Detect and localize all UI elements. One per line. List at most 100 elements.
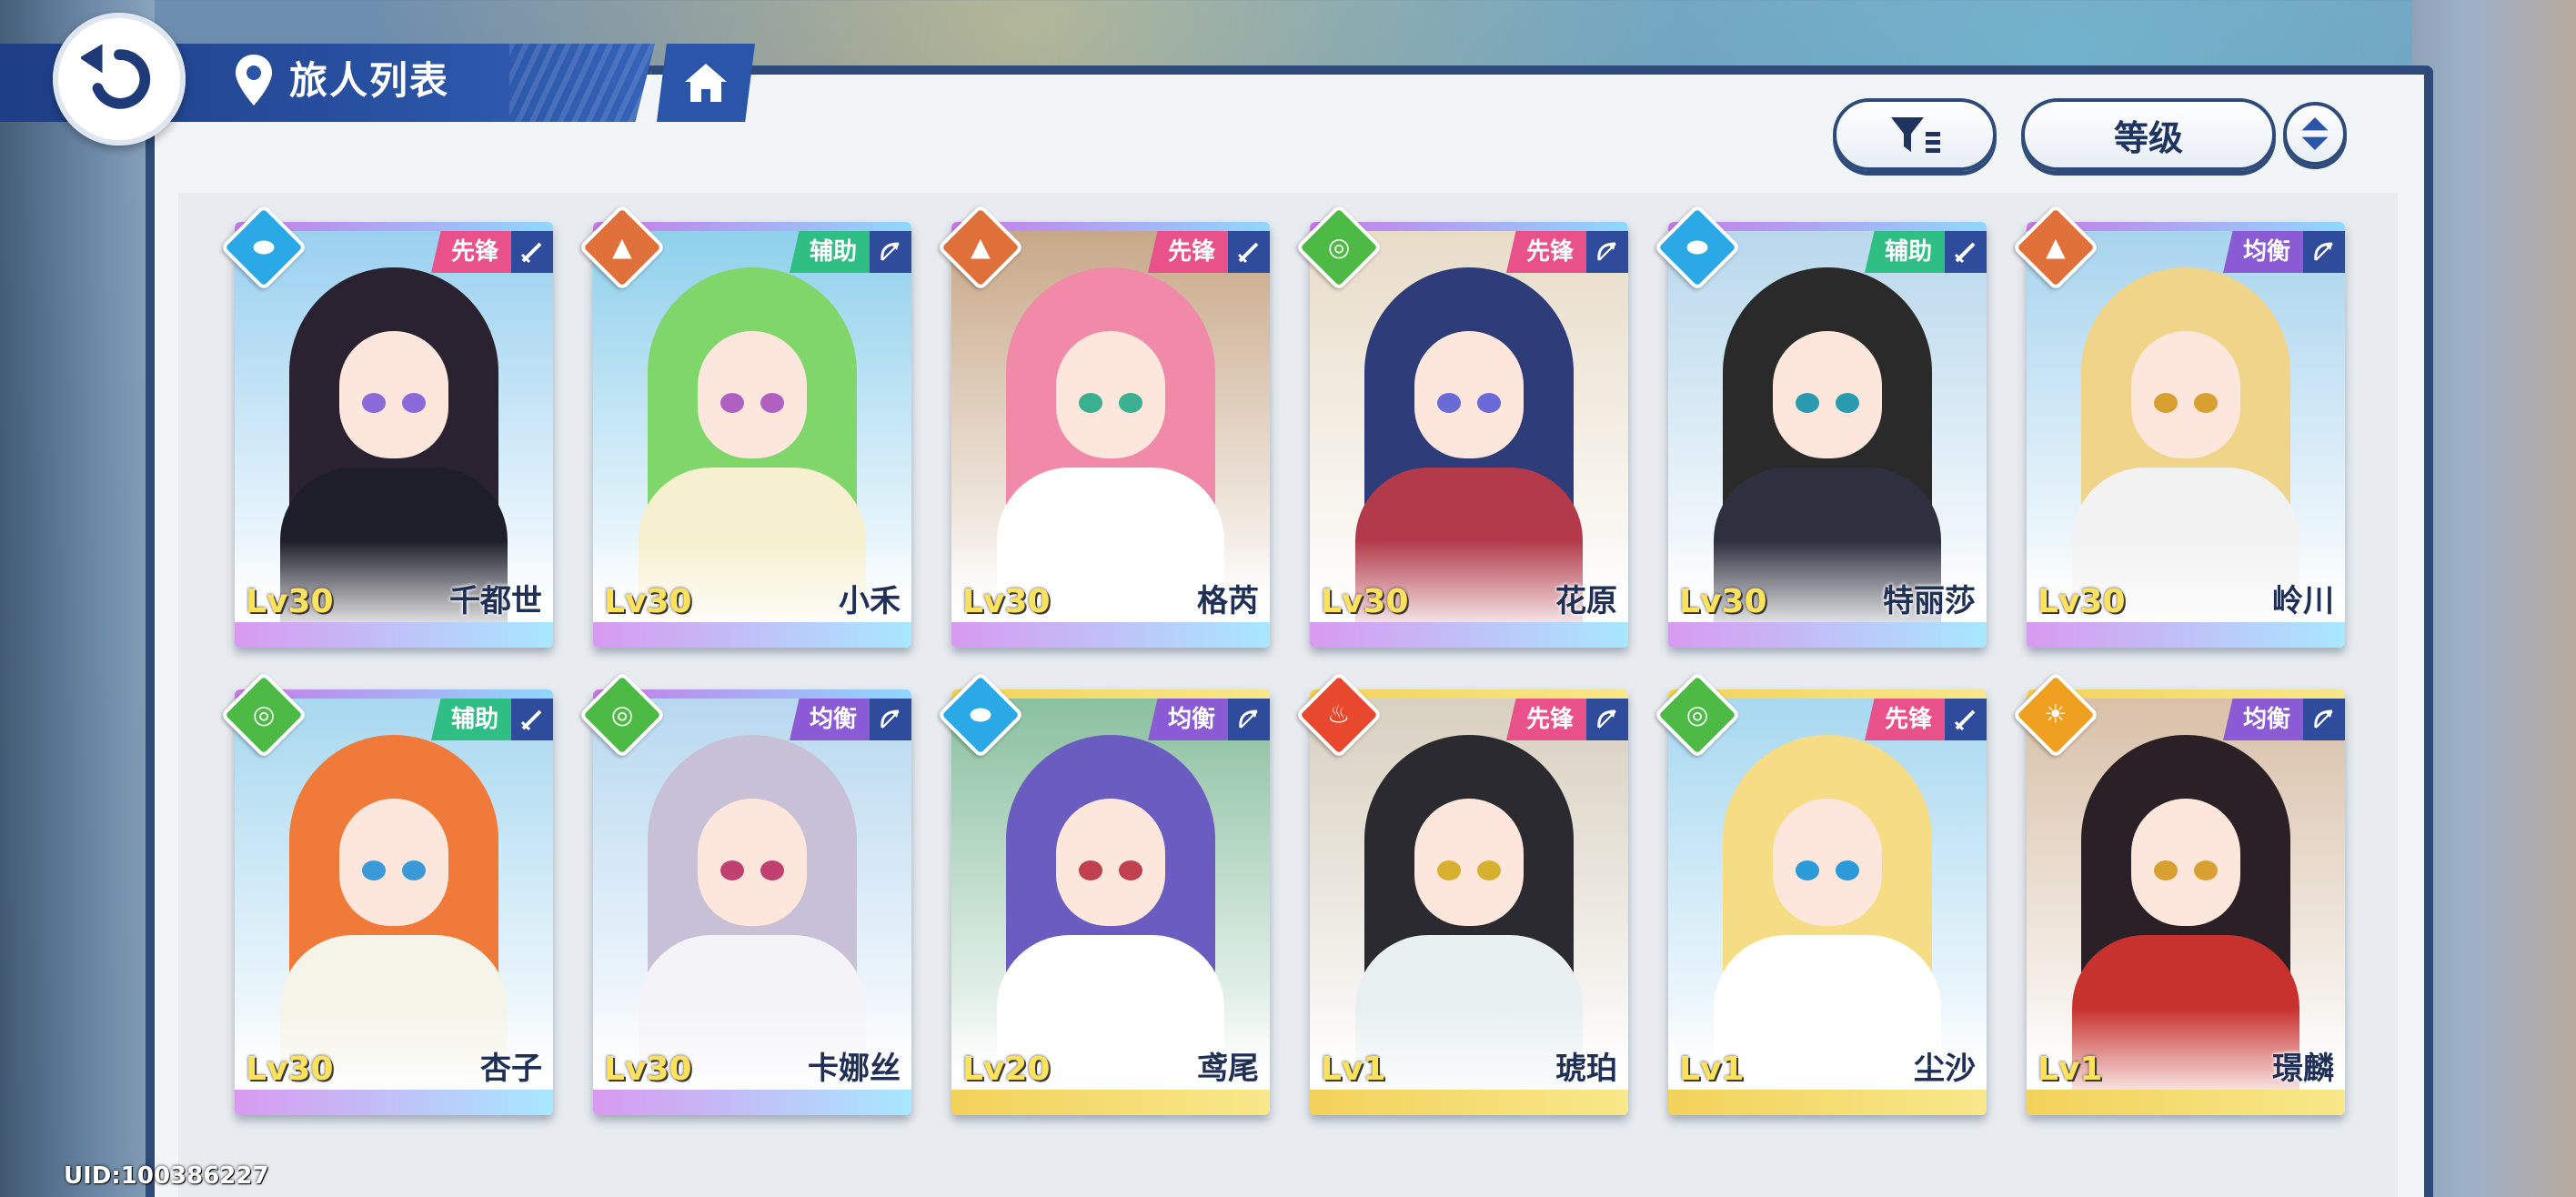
character-name: 特丽莎	[1883, 583, 1976, 619]
character-name: 璟麟	[2272, 1051, 2334, 1087]
traveler-card[interactable]: 先锋 Lv30 花原	[1310, 222, 1628, 648]
traveler-card[interactable]: 均衡 Lv20 鸢尾	[951, 689, 1270, 1115]
role-label: 均衡	[2222, 699, 2303, 740]
role-label: 辅助	[430, 699, 511, 740]
character-portrait	[951, 699, 1270, 1115]
character-name: 尘沙	[1914, 1051, 1976, 1087]
portrait-eye-left	[1437, 393, 1461, 413]
portrait-eye-right	[1836, 860, 1859, 880]
bow-icon	[2303, 699, 2345, 740]
role-tag: 辅助	[789, 231, 911, 273]
filter-button[interactable]	[1833, 98, 1997, 171]
role-label: 先锋	[1505, 699, 1586, 740]
portrait-eye-right	[1836, 393, 1859, 413]
role-label: 均衡	[789, 699, 870, 740]
home-icon	[685, 64, 727, 102]
role-tag: 均衡	[1147, 699, 1270, 740]
card-bottom-bar	[1668, 622, 1987, 648]
sword-icon	[1945, 699, 1987, 740]
character-portrait	[593, 699, 911, 1115]
sort-dropdown[interactable]: 等级	[2021, 98, 2276, 171]
background-right	[2412, 0, 2576, 1197]
header-ribbon-stripes	[509, 44, 655, 122]
portrait-eye-right	[402, 393, 426, 413]
character-portrait	[2027, 231, 2345, 648]
traveler-card[interactable]: 辅助 Lv30 杏子	[235, 689, 553, 1115]
sort-order-toggle[interactable]	[2283, 102, 2347, 166]
card-bottom-bar	[1310, 1090, 1628, 1115]
role-label: 均衡	[1147, 699, 1228, 740]
bow-icon	[870, 231, 911, 273]
portrait-eye-right	[402, 860, 426, 880]
card-bottom-bar	[235, 1090, 553, 1115]
traveler-card[interactable]: 先锋 Lv30 格芮	[951, 222, 1270, 648]
sword-icon	[1945, 231, 1987, 273]
character-name: 卡娜丝	[808, 1051, 901, 1087]
level-label: Lv30	[604, 1051, 692, 1088]
character-portrait	[1668, 699, 1987, 1115]
card-bottom-bar	[2027, 622, 2345, 648]
character-portrait	[951, 231, 1270, 648]
card-bottom-bar	[593, 622, 911, 648]
traveler-card[interactable]: 先锋 Lv1 琥珀	[1310, 689, 1628, 1115]
character-portrait	[2027, 699, 2345, 1115]
card-bottom-bar	[951, 1090, 1270, 1115]
portrait-eye-left	[1079, 860, 1102, 880]
portrait-eye-right	[1477, 860, 1501, 880]
back-button[interactable]	[53, 13, 186, 146]
portrait-eye-left	[362, 860, 386, 880]
level-label: Lv30	[2038, 583, 2126, 620]
character-portrait	[1668, 231, 1987, 648]
role-label: 辅助	[1864, 231, 1945, 273]
card-bottom-bar	[1310, 622, 1628, 648]
traveler-card[interactable]: 均衡 Lv30 卡娜丝	[593, 689, 911, 1115]
card-bottom-bar	[593, 1090, 911, 1115]
character-portrait	[1310, 699, 1628, 1115]
level-label: Lv30	[246, 1051, 334, 1088]
portrait-eye-right	[1119, 393, 1142, 413]
traveler-card[interactable]: 先锋 Lv1 尘沙	[1668, 689, 1987, 1115]
background-left	[0, 0, 155, 1197]
portrait-eye-left	[720, 393, 744, 413]
role-tag: 辅助	[1864, 231, 1987, 273]
portrait-eye-right	[760, 860, 784, 880]
portrait-eye-right	[1477, 393, 1501, 413]
character-name: 格芮	[1197, 583, 1259, 619]
level-label: Lv30	[1679, 583, 1767, 620]
character-name: 千都世	[449, 583, 542, 619]
bow-icon	[2303, 231, 2345, 273]
character-name: 岭川	[2272, 583, 2334, 619]
portrait-eye-left	[1079, 393, 1102, 413]
traveler-card[interactable]: 辅助 Lv30 特丽莎	[1668, 222, 1987, 648]
portrait-face	[2131, 799, 2240, 926]
level-label: Lv1	[1321, 1051, 1386, 1088]
traveler-card[interactable]: 均衡 Lv1 璟麟	[2027, 689, 2345, 1115]
portrait-eye-right	[1119, 860, 1142, 880]
portrait-face	[698, 799, 807, 926]
role-tag: 均衡	[2222, 699, 2345, 740]
back-arrow-icon	[81, 44, 151, 109]
home-button[interactable]	[657, 44, 755, 122]
traveler-card[interactable]: 均衡 Lv30 岭川	[2027, 222, 2345, 648]
traveler-card[interactable]: 辅助 Lv30 小禾	[593, 222, 911, 648]
portrait-face	[1773, 331, 1882, 458]
role-label: 先锋	[1505, 231, 1586, 273]
portrait-eye-left	[720, 860, 744, 880]
sort-order-icon	[2301, 117, 2329, 150]
role-tag: 先锋	[430, 231, 553, 273]
character-name: 小禾	[839, 583, 901, 619]
portrait-face	[339, 799, 448, 926]
bow-icon	[1228, 699, 1270, 740]
card-bottom-bar	[235, 622, 553, 648]
portrait-eye-left	[2154, 860, 2178, 880]
role-tag: 先锋	[1505, 699, 1628, 740]
character-portrait	[235, 231, 553, 648]
sword-icon	[511, 231, 553, 273]
level-label: Lv30	[604, 583, 692, 620]
filter-icon	[1891, 117, 1940, 153]
portrait-eye-left	[362, 393, 386, 413]
traveler-card[interactable]: 先锋 Lv30 千都世	[235, 222, 553, 648]
uid-label: UID:100386227	[64, 1162, 269, 1190]
sword-icon	[511, 699, 553, 740]
role-label: 辅助	[789, 231, 870, 273]
